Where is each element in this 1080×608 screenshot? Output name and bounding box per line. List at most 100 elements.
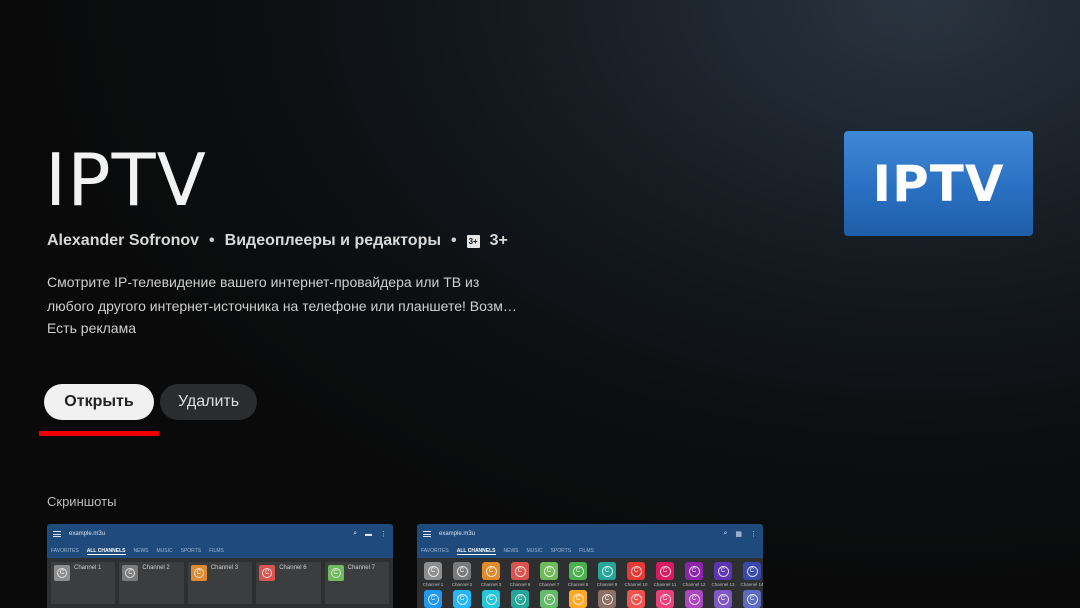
channel-cell: C: [565, 590, 591, 608]
screenshot-tabs: FAVORITES ALL CHANNELS NEWS MUSIC SPORTS FILM…: [417, 544, 763, 558]
channel-logo-icon: C: [569, 562, 587, 580]
channel-name: Channel 11: [653, 582, 677, 587]
screenshot-tab: NEWS: [133, 548, 149, 554]
channel-name: Channel 3: [480, 582, 502, 587]
screenshot-tab: NEWS: [503, 548, 519, 554]
channel-cell: C: [449, 590, 475, 608]
channel-logo-icon: C: [598, 590, 616, 608]
channel-logo-icon: C: [598, 562, 616, 580]
channel-logo-icon: C: [540, 562, 558, 580]
list-view-icon: ▬: [365, 530, 372, 538]
channel-logo-icon: C: [685, 562, 703, 580]
channel-cell: C Channel 11: [652, 562, 678, 587]
channel-name: Channel 2: [451, 582, 473, 587]
channel-tile: C Channel 6: [256, 562, 321, 604]
screenshots-section-title: Скриншоты: [47, 494, 117, 509]
channel-name: Channel 2: [142, 565, 170, 571]
channel-name: Channel 7: [347, 565, 375, 571]
channel-logo-icon: C: [714, 562, 732, 580]
channel-cell: C Channel 13: [710, 562, 736, 587]
channel-cell: C: [594, 590, 620, 608]
channel-cell: C: [507, 590, 533, 608]
meta-separator: •: [451, 232, 457, 249]
ads-note: Есть реклама: [47, 320, 136, 336]
age-rating: 3+: [489, 232, 508, 249]
menu-icon: [423, 531, 431, 537]
screenshot-toolbar: example.m3u ⌕ ▦ ⋮: [417, 524, 763, 544]
grid-view-icon: ▦: [735, 531, 742, 538]
channel-cell: C Channel 2: [449, 562, 475, 587]
channel-logo-icon: C: [685, 590, 703, 608]
meta-separator: •: [209, 232, 215, 249]
delete-button[interactable]: Удалить: [160, 384, 257, 420]
channel-name: Channel 8: [567, 582, 589, 587]
channel-list: C Channel 1 C Channel 2 C Channel 3 C Channel 6…: [47, 558, 393, 608]
channel-cell: C Channel 9: [594, 562, 620, 587]
screenshot-tab: ALL CHANNELS: [456, 547, 496, 555]
channel-name: Channel 13: [711, 582, 735, 587]
screenshot-tab: MUSIC: [526, 548, 543, 554]
channel-logo-icon: C: [569, 590, 587, 608]
channel-cell: C Channel 1: [420, 562, 446, 587]
app-icon-text: IPTV: [872, 154, 1005, 213]
channel-cell: C: [710, 590, 736, 608]
channel-logo-icon: C: [54, 565, 70, 581]
channel-name: Channel 10: [624, 582, 648, 587]
channel-logo-icon: C: [540, 590, 558, 608]
channel-logo-icon: C: [190, 565, 207, 581]
channel-name: Channel 1: [422, 582, 444, 587]
app-icon: IPTV: [844, 131, 1033, 236]
screenshot-tab: SPORTS: [550, 548, 572, 554]
search-icon: ⌕: [723, 530, 728, 537]
channel-tile: C Channel 2: [119, 562, 184, 604]
screenshot-tab: FAVORITES: [51, 548, 79, 554]
channel-logo-icon: C: [627, 562, 645, 580]
channel-logo-icon: C: [482, 590, 500, 608]
channel-cell: C Channel 3: [478, 562, 504, 587]
channel-name: Channel 6: [279, 565, 307, 571]
screenshot-2[interactable]: example.m3u ⌕ ▦ ⋮ FAVORITES ALL CHANNELS N…: [417, 524, 763, 608]
channel-grid: C Channel 1 C Channel 2 C Channel 3 C Channel 6…: [417, 558, 763, 608]
screenshot-tabs: FAVORITES ALL CHANNELS NEWS MUSIC SPORTS FILM…: [47, 544, 393, 558]
channel-name: Channel 6: [509, 582, 531, 587]
open-button[interactable]: Открыть: [44, 384, 154, 420]
channel-cell: C Channel 7: [536, 562, 562, 587]
screenshot-tab: ALL CHANNELS: [86, 547, 126, 555]
screenshot-tab: FILMS: [209, 548, 224, 554]
app-meta-row: Alexander Sofronov • Видеоплееры и редак…: [47, 232, 508, 250]
screenshot-1[interactable]: example.m3u ⌕ ▬ ⋮ FAVORITES ALL CHANNELS N…: [47, 524, 393, 608]
channel-cell: C: [536, 590, 562, 608]
channel-logo-icon: C: [627, 590, 645, 608]
focus-indicator: [39, 431, 159, 436]
more-icon: ⋮: [750, 531, 757, 538]
channel-name: Channel 1: [74, 565, 102, 571]
channel-tile: C Channel 3: [187, 562, 253, 604]
channel-cell: C: [478, 590, 504, 608]
channel-logo-icon: C: [511, 590, 529, 608]
developer-name: Alexander Sofronov: [47, 232, 200, 249]
channel-cell: C: [420, 590, 446, 608]
channel-logo-icon: C: [482, 562, 500, 580]
channel-name: Channel 7: [538, 582, 560, 587]
channel-tile: C Channel 7: [324, 562, 390, 604]
screenshot-tab: FAVORITES: [421, 548, 449, 554]
channel-logo-icon: C: [511, 562, 529, 580]
channel-name: Channel 12: [682, 582, 706, 587]
screenshot-toolbar: example.m3u ⌕ ▬ ⋮: [47, 524, 393, 544]
channel-cell: C Channel 6: [507, 562, 533, 587]
menu-icon: [53, 531, 61, 537]
channel-name: Channel 9: [596, 582, 618, 587]
playlist-name: example.m3u: [439, 531, 476, 537]
channel-logo-icon: C: [714, 590, 732, 608]
description-line: Смотрите IP-телевидение вашего интернет-…: [47, 274, 480, 290]
channel-logo-icon: C: [453, 562, 471, 580]
app-description: Смотрите IP-телевидение вашего интернет-…: [47, 270, 527, 318]
app-title: IPTV: [45, 138, 207, 222]
channel-logo-icon: C: [424, 590, 442, 608]
playlist-name: example.m3u: [69, 531, 106, 537]
search-icon: ⌕: [353, 530, 357, 537]
channel-cell: C: [681, 590, 707, 608]
channel-logo-icon: C: [327, 565, 344, 581]
channel-name: Channel 14: [740, 582, 763, 587]
age-rating-icon: 3+: [466, 234, 480, 248]
